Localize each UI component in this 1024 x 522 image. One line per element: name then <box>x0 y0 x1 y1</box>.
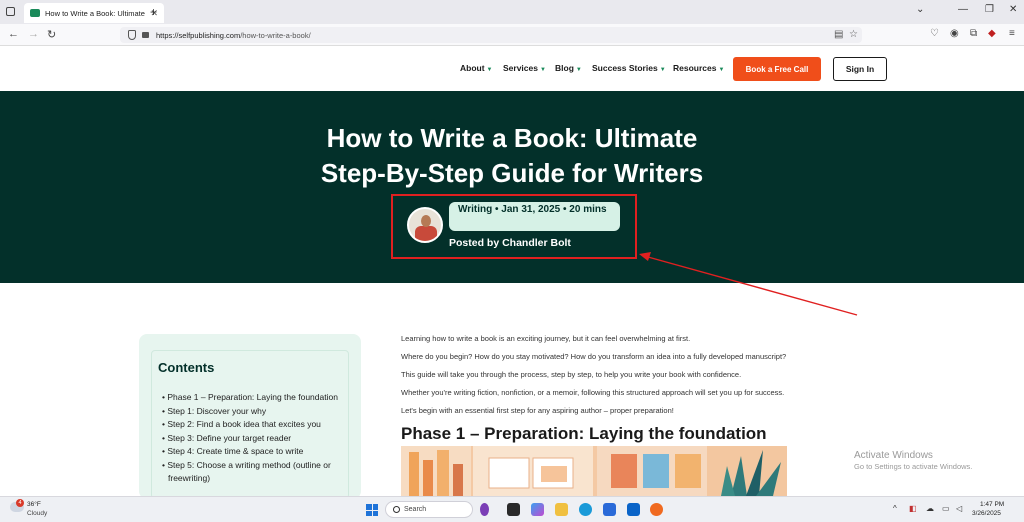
nav-blog[interactable]: Blog ▼ <box>555 63 582 73</box>
copilot-icon[interactable] <box>531 503 544 516</box>
weather-condition[interactable]: Cloudy <box>27 510 47 517</box>
task-view-icon[interactable] <box>507 503 520 516</box>
activate-windows-title: Activate Windows <box>854 450 933 461</box>
tray-app-icon[interactable]: ◧ <box>909 504 917 513</box>
hero-banner: How to Write a Book: Ultimate Step-By-St… <box>0 91 1024 283</box>
article-illustration <box>401 446 787 496</box>
activate-windows-subtitle: Go to Settings to activate Windows. <box>854 462 973 471</box>
sign-in-button[interactable]: Sign In <box>833 57 887 81</box>
toc-panel: Contents • Phase 1 – Preparation: Laying… <box>151 350 349 499</box>
article-body: Learning how to write a book is an excit… <box>401 334 861 444</box>
clock-time[interactable]: 1:47 PM <box>980 501 1004 508</box>
chevron-down-icon: ▼ <box>659 67 666 73</box>
chevron-down-icon: ▼ <box>718 67 725 73</box>
url-host: https://selfpublishing.com <box>156 30 241 40</box>
store-icon[interactable] <box>603 503 616 516</box>
ribbon-icon[interactable] <box>480 503 489 516</box>
article-paragraph: Where do you begin? How do you stay moti… <box>401 352 787 361</box>
lock-icon[interactable] <box>142 32 149 38</box>
file-explorer-icon[interactable] <box>555 503 568 516</box>
address-bar[interactable]: https://selfpublishing.com/how-to-write-… <box>120 27 862 43</box>
weather-alert-badge: 4 <box>16 499 24 507</box>
firefox-icon[interactable] <box>650 503 663 516</box>
toc-item[interactable]: • Step 4: Create time & space to write <box>158 445 342 459</box>
page-title-line-2: Step-By-Step Guide for Writers <box>320 158 704 188</box>
outlook-icon[interactable] <box>627 503 640 516</box>
browser-tab-bar: How to Write a Book: Ultimate ✕ + ⌄ — ❐ … <box>0 0 1024 24</box>
search-placeholder: Search <box>404 506 427 513</box>
nav-services[interactable]: Services ▼ <box>503 63 546 73</box>
nav-success-stories-label: Success Stories <box>592 63 658 73</box>
article-paragraph: This guide will take you through the pro… <box>401 370 742 379</box>
display-icon[interactable]: ▭ <box>942 504 950 513</box>
chevron-down-icon[interactable]: ⌄ <box>916 4 924 15</box>
close-window-icon[interactable]: ✕ <box>1009 4 1017 15</box>
weather-temperature[interactable]: 36°F <box>27 501 41 508</box>
show-hidden-icons-icon[interactable]: ^ <box>893 504 897 513</box>
edge-browser-icon[interactable] <box>579 503 592 516</box>
article-paragraph: Let's begin with an essential first step… <box>401 406 674 415</box>
minimize-icon[interactable]: — <box>958 4 968 15</box>
bookmark-star-icon[interactable]: ☆ <box>849 29 858 40</box>
cloud-sync-icon[interactable]: ☁ <box>926 504 934 513</box>
account-icon[interactable]: ◉ <box>950 28 959 39</box>
section-heading: Phase 1 – Preparation: Laying the founda… <box>401 424 767 443</box>
new-tab-icon[interactable]: + <box>150 5 157 19</box>
page-title: How to Write a Book: Ultimate Step-By-St… <box>262 121 762 191</box>
nav-services-label: Services <box>503 63 538 73</box>
clock-date[interactable]: 3/26/2025 <box>972 510 1001 517</box>
reader-view-icon[interactable]: ▤ <box>834 29 843 40</box>
search-icon <box>393 506 400 513</box>
extensions-icon[interactable]: ⧉ <box>970 28 977 39</box>
annotation-highlight-box <box>391 194 637 259</box>
nav-success-stories[interactable]: Success Stories ▼ <box>592 63 666 73</box>
toc-item[interactable]: • Step 3: Define your target reader <box>158 432 342 446</box>
extension-badge-icon[interactable]: ◆ <box>988 28 996 39</box>
toc-item[interactable]: • Step 2: Find a book idea that excites … <box>158 418 342 432</box>
chevron-down-icon: ▼ <box>539 67 546 73</box>
browser-nav-bar: ← → ↻ https://selfpublishing.com/how-to-… <box>0 24 1024 46</box>
toc-item[interactable]: • Phase 1 – Preparation: Laying the foun… <box>158 391 342 405</box>
taskbar-search-input[interactable]: Search <box>385 501 473 518</box>
article-paragraph: Whether you're writing fiction, nonficti… <box>401 388 785 397</box>
site-header: About ▼ Services ▼ Blog ▼ Success Stories ▼ … <box>0 47 1024 91</box>
article-paragraph: Learning how to write a book is an excit… <box>401 334 691 343</box>
windows-start-icon[interactable] <box>366 504 378 516</box>
nav-about-label: About <box>460 63 485 73</box>
nav-blog-label: Blog <box>555 63 574 73</box>
site-favicon-icon <box>30 9 40 17</box>
shield-icon[interactable] <box>128 30 136 40</box>
browser-tab[interactable]: How to Write a Book: Ultimate ✕ <box>24 3 164 23</box>
tab-title: How to Write a Book: Ultimate <box>45 8 145 18</box>
windows-taskbar: 4 36°F Cloudy Search ^ ◧ ☁ ▭ ◁ 1:47 PM 3… <box>0 496 1024 522</box>
tab-list-icon[interactable] <box>6 7 15 16</box>
toc-title: Contents <box>158 360 215 375</box>
chevron-down-icon: ▼ <box>575 67 582 73</box>
chevron-down-icon: ▼ <box>486 67 493 73</box>
nav-about[interactable]: About ▼ <box>460 63 493 73</box>
forward-icon[interactable]: → <box>28 28 39 40</box>
book-free-call-button[interactable]: Book a Free Call <box>733 57 821 81</box>
url-path: /how-to-write-a-book/ <box>240 30 311 40</box>
restore-icon[interactable]: ❐ <box>985 4 994 15</box>
pocket-icon[interactable]: ♡ <box>930 28 939 39</box>
page-title-line-1: How to Write a Book: Ultimate <box>326 123 698 153</box>
nav-resources-label: Resources <box>673 63 717 73</box>
menu-icon[interactable]: ≡ <box>1009 28 1015 39</box>
reload-icon[interactable]: ↻ <box>47 28 56 41</box>
toc-item[interactable]: • Step 1: Discover your why <box>158 405 342 419</box>
back-icon[interactable]: ← <box>8 28 19 40</box>
volume-icon[interactable]: ◁ <box>956 504 962 513</box>
nav-resources[interactable]: Resources ▼ <box>673 63 724 73</box>
toc-item[interactable]: • Step 5: Choose a writing method (outli… <box>158 459 342 486</box>
table-of-contents: Contents • Phase 1 – Preparation: Laying… <box>139 334 361 499</box>
